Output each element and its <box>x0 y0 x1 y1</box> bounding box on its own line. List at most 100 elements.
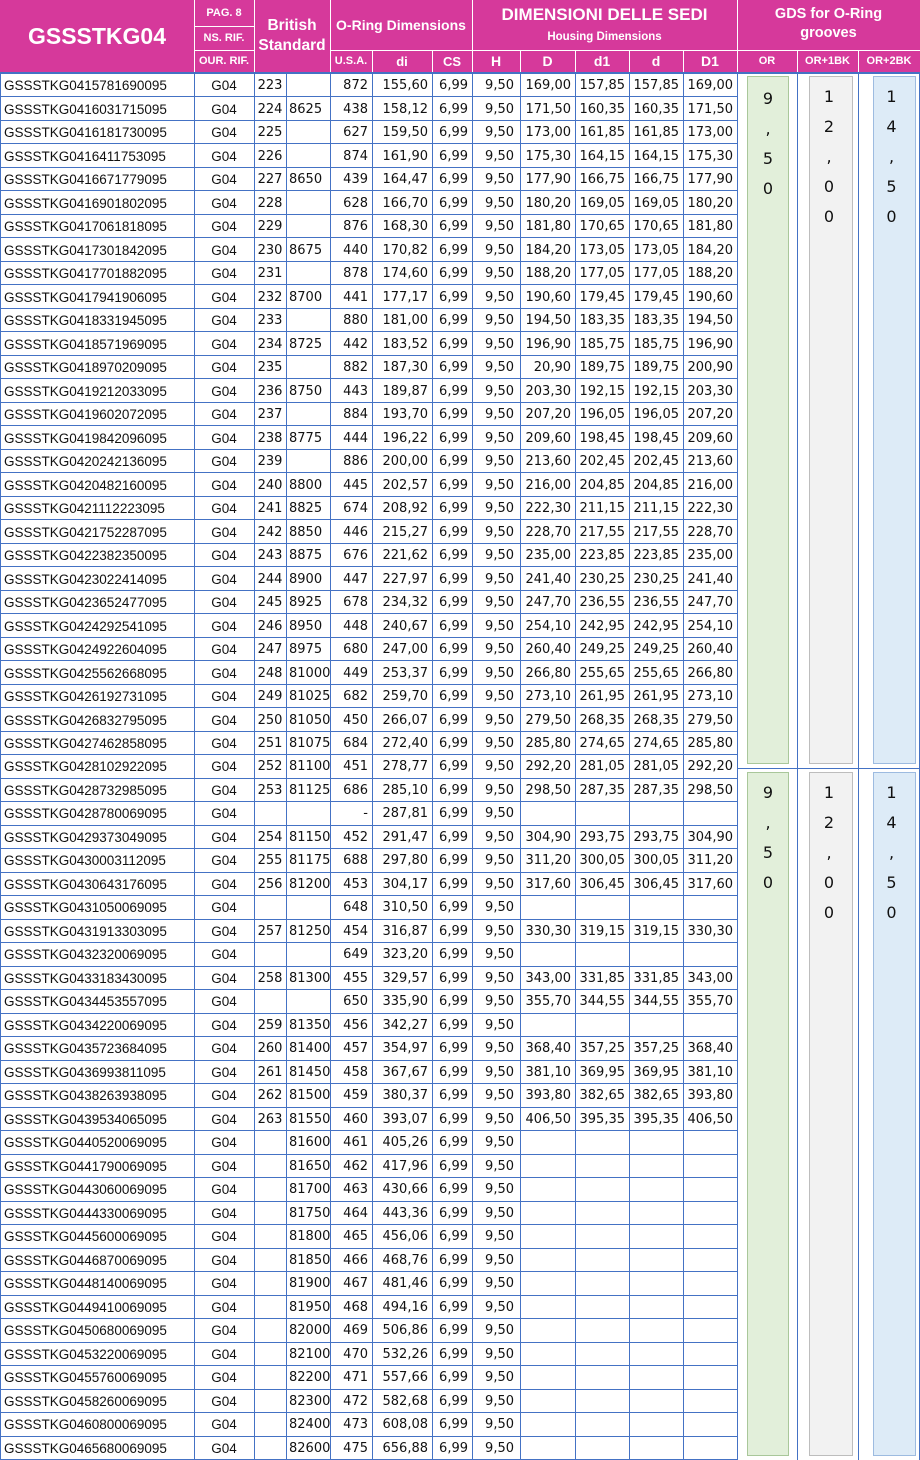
ref-cell: G04 <box>211 1252 237 1268</box>
d1-cell: 157,85 <box>579 78 626 94</box>
d-cell <box>629 1178 683 1201</box>
bs-size-cell: 244 <box>257 571 283 587</box>
bs-size-cell: 261 <box>257 1064 283 1080</box>
di-cell: 342,27 <box>382 1017 429 1033</box>
D1-cell: 330,30 <box>687 923 734 939</box>
cs-cell: 6,99 <box>439 1346 468 1362</box>
h-cell: 9,50 <box>485 923 514 939</box>
bs-number-cell: 81450 <box>289 1064 330 1080</box>
ref-cell: G04 <box>211 1182 237 1198</box>
bs-number-cell: 8800 <box>289 477 323 493</box>
di-cell: 291,47 <box>382 829 429 845</box>
col-di: di <box>396 53 408 69</box>
ref-cell: G04 <box>211 829 237 845</box>
D1-cell: 266,80 <box>687 665 734 681</box>
bs-size-cell: 226 <box>257 148 283 164</box>
usa-cell: 880 <box>343 313 368 329</box>
di-cell: 164,47 <box>382 172 429 188</box>
D-cell <box>520 1225 575 1248</box>
ref-cell: G04 <box>211 148 237 164</box>
D-cell: 247,70 <box>525 595 572 611</box>
D-cell: 203,30 <box>525 383 572 399</box>
di-cell: 532,26 <box>382 1346 429 1362</box>
d-cell: 202,45 <box>633 454 680 470</box>
bs-number-cell <box>286 450 330 473</box>
di-cell: 189,87 <box>382 383 429 399</box>
code-cell: GSSSTKG0435723684095 <box>4 1041 167 1057</box>
di-cell: 200,00 <box>382 454 429 470</box>
bs-number-cell <box>286 896 330 919</box>
usa-cell: 455 <box>343 970 368 986</box>
d-cell: 161,85 <box>633 125 680 141</box>
d1-cell: 274,65 <box>579 735 626 751</box>
usa-cell: 473 <box>343 1417 368 1433</box>
ref-cell: G04 <box>211 1229 237 1245</box>
cs-cell: 6,99 <box>439 1323 468 1339</box>
D-cell <box>520 1014 575 1037</box>
cs-cell: 6,99 <box>439 970 468 986</box>
ref-cell: G04 <box>211 1017 237 1033</box>
di-cell: 155,60 <box>382 78 429 94</box>
bs-size-cell <box>254 1366 286 1389</box>
ref-cell: G04 <box>211 853 237 869</box>
D1-cell: 196,90 <box>687 336 734 352</box>
di-cell: 316,87 <box>382 923 429 939</box>
code-cell: GSSSTKG0423022414095 <box>4 571 167 587</box>
bs-size-cell: 224 <box>257 101 283 117</box>
bs-size-cell: 262 <box>257 1088 283 1104</box>
D-cell: 355,70 <box>525 994 572 1010</box>
ref-cell: G04 <box>211 1299 237 1315</box>
usa-cell: 471 <box>343 1370 368 1386</box>
d1-cell <box>575 1319 629 1342</box>
D-cell <box>520 1155 575 1178</box>
bs-number-cell <box>286 191 330 214</box>
D1-cell: 180,20 <box>687 195 734 211</box>
D-cell: 368,40 <box>525 1041 572 1057</box>
d-cell <box>629 1155 683 1178</box>
col-cs: CS <box>442 53 462 69</box>
ref-cell: G04 <box>211 665 237 681</box>
D1-cell: 285,80 <box>687 735 734 751</box>
D-cell: 406,50 <box>525 1111 572 1127</box>
ref-cell: G04 <box>211 689 237 704</box>
h-cell: 9,50 <box>485 1088 514 1104</box>
di-cell: 166,70 <box>382 195 429 211</box>
di-cell: 367,67 <box>382 1064 429 1080</box>
D1-cell: 381,10 <box>687 1064 734 1080</box>
d1-cell: 249,25 <box>579 642 626 658</box>
bs-size-cell: 248 <box>257 665 283 681</box>
d1-cell: 173,05 <box>579 242 626 258</box>
D1-cell <box>683 1249 737 1272</box>
D-cell <box>520 1178 575 1201</box>
code-cell: GSSSTKG0429373049095 <box>4 829 167 845</box>
bs-size-cell: 230 <box>257 242 283 258</box>
d-cell: 177,05 <box>633 266 680 282</box>
di-cell: 582,68 <box>382 1393 429 1409</box>
d-cell: 306,45 <box>633 876 680 892</box>
cs-cell: 6,99 <box>439 994 468 1010</box>
D-cell <box>520 1319 575 1342</box>
h-cell: 9,50 <box>485 1135 514 1151</box>
usa-cell: 441 <box>343 289 368 305</box>
D1-cell: 228,70 <box>687 524 734 540</box>
bs-size-cell: 228 <box>257 195 283 211</box>
d-cell: 160,35 <box>633 101 680 117</box>
D-cell: 216,00 <box>525 477 572 493</box>
bs-number-cell: 8625 <box>289 101 323 117</box>
D-cell: 207,20 <box>525 407 572 423</box>
D1-cell <box>683 1319 737 1342</box>
h-cell: 9,50 <box>485 360 514 376</box>
D1-cell: 279,50 <box>687 712 734 728</box>
d-cell <box>629 1202 683 1225</box>
gds-or-value-1: 9,50 <box>762 89 774 198</box>
code-cell: GSSSTKG0421112223095 <box>4 501 165 517</box>
h-cell: 9,50 <box>485 548 514 564</box>
di-cell: 656,88 <box>382 1440 429 1456</box>
code-cell: GSSSTKG0430643176095 <box>4 876 167 892</box>
bs-number-cell <box>286 121 330 144</box>
d1-cell <box>575 1390 629 1413</box>
code-cell: GSSSTKG0426832795095 <box>4 712 167 728</box>
usa-cell: 470 <box>343 1346 368 1362</box>
d-cell: 230,25 <box>633 571 680 587</box>
usa-cell: 456 <box>343 1017 368 1033</box>
